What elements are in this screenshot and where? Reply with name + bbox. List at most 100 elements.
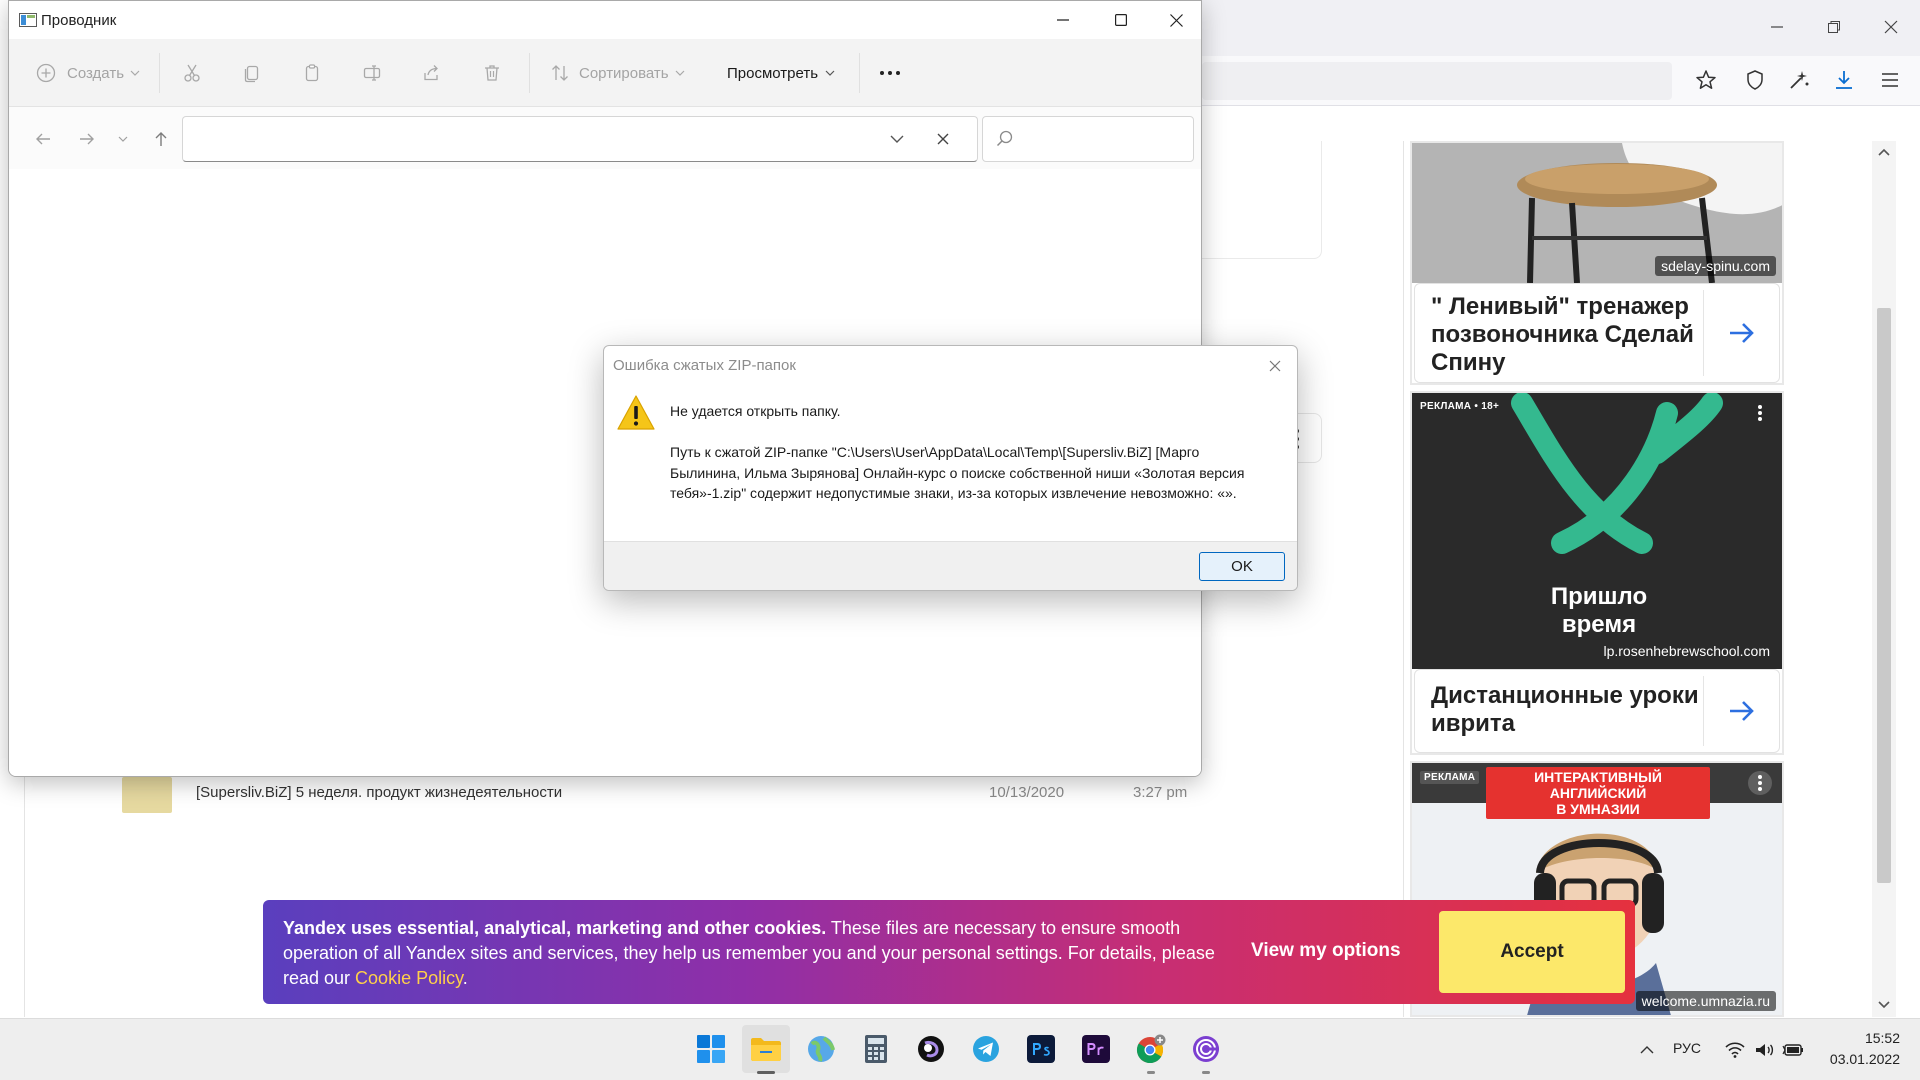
arrow-up-icon [155,132,167,146]
volume-status[interactable] [1751,1038,1777,1062]
scroll-up-button[interactable] [1874,143,1894,161]
explorer-close-button[interactable] [1147,1,1201,39]
chevron-up-icon [1640,1046,1654,1054]
scroll-down-button[interactable] [1874,996,1894,1014]
maximize-icon [1115,14,1127,26]
dialog-detail: Путь к сжатой ZIP-папке "C:\Users\User\A… [670,444,1245,501]
ad-arrow-button-2[interactable] [1703,676,1779,746]
more-options-button[interactable] [875,59,905,87]
file-row-date: 10/13/2020 [989,784,1065,801]
rename-button[interactable] [357,59,387,87]
cookie-policy-link[interactable]: Cookie Policy [355,968,463,988]
downloads-button[interactable] [1828,64,1860,96]
more-horizontal-icon [875,58,905,88]
browser-url-bar[interactable] [1202,62,1672,100]
chevron-down-icon [675,70,685,76]
star-icon [1696,70,1716,89]
zip-error-dialog: Ошибка сжатых ZIP-папок Не удается откры… [603,345,1298,591]
browser-close-button[interactable] [1876,12,1906,42]
sort-label: Сортировать [579,64,669,82]
copy-button[interactable] [237,59,267,87]
bookmark-star-button[interactable] [1690,64,1722,96]
ad-menu-button-2[interactable] [1748,401,1772,425]
ad-title-1[interactable]: " Ленивый" тренажер позвоночника Сделай … [1431,293,1711,377]
shield-button[interactable] [1739,64,1771,96]
arrow-right-icon [80,133,94,145]
input-language-indicator[interactable]: РУС [1673,1040,1701,1056]
accept-button[interactable]: Accept [1439,911,1625,993]
browser-minimize-button[interactable] [1762,12,1792,42]
taskbar-app-viber[interactable] [907,1025,955,1073]
explorer-titlebar[interactable] [9,1,1201,39]
active-indicator [757,1071,775,1074]
search-icon [996,130,1013,147]
chevron-down-icon [825,70,835,76]
clock-time[interactable]: 15:52 [1860,1030,1900,1046]
share-button[interactable] [417,59,447,87]
taskbar-photoshop[interactable] [1017,1025,1065,1073]
ad-caption-line: время [1561,611,1637,638]
address-bar[interactable] [182,116,978,162]
ad-card-2[interactable]: РЕКЛАМА • 18+ Пришло время lp.rosenhebre… [1410,391,1784,755]
scissors-icon [177,58,207,88]
toolbar-separator [529,53,530,93]
paste-button[interactable] [297,59,327,87]
ad-tag-3: РЕКЛАМА [1420,771,1480,784]
ad-title-box-2[interactable]: Дистанционные уроки иврита [1414,669,1780,753]
browser-menu-button[interactable] [1874,64,1906,96]
windows-logo-icon [697,1035,725,1063]
sort-button[interactable]: Сортировать [545,59,685,87]
ad-arrow-button-1[interactable] [1703,290,1779,376]
close-icon [1169,13,1183,27]
scroll-thumb[interactable] [1877,308,1891,883]
battery-status[interactable] [1780,1038,1806,1062]
back-button[interactable] [29,125,57,153]
taskbar-calculator[interactable] [852,1025,900,1073]
download-icon [1836,71,1852,89]
chevron-down-icon [890,135,904,143]
cut-button[interactable] [177,59,207,87]
clock-date[interactable]: 03.01.2022 [1824,1051,1900,1067]
browser-tab-strip [1202,0,1920,56]
taskbar-chrome[interactable] [1127,1025,1175,1073]
taskbar-telegram[interactable] [962,1025,1010,1073]
taskbar-premiere[interactable] [1072,1025,1120,1073]
explorer-maximize-button[interactable] [1092,1,1150,39]
browser-restore-button[interactable] [1819,12,1849,42]
onion-browser-icon [1193,1036,1219,1062]
globe-icon [808,1036,835,1062]
hamburger-icon [1882,73,1898,87]
view-options-button[interactable]: View my options [1251,940,1401,962]
address-clear-button[interactable] [931,127,955,151]
up-button[interactable] [147,125,175,153]
kebab-icon [1758,405,1762,421]
ad-title-box-1[interactable]: " Ленивый" тренажер позвоночника Сделай … [1414,283,1780,383]
delete-button[interactable] [477,59,507,87]
ad-card-1[interactable]: sdelay-spinu.com " Ленивый" тренажер поз… [1410,141,1784,385]
taskbar-app-tor[interactable] [1182,1025,1230,1073]
forward-button[interactable] [73,125,101,153]
create-button[interactable]: Создать [31,59,140,87]
start-button[interactable] [687,1025,735,1073]
explorer-minimize-button[interactable] [1034,1,1092,39]
view-button[interactable]: Просмотреть [727,59,835,87]
ad-menu-button-3[interactable] [1748,771,1772,795]
recent-locations-button[interactable] [113,125,133,153]
taskbar-file-explorer[interactable] [742,1025,790,1073]
taskbar-app-globe[interactable] [797,1025,845,1073]
file-row-name[interactable]: [Supersliv.BiZ] 5 неделя. продукт жизнед… [196,784,562,801]
sparkle-icon [1790,71,1809,89]
explorer-app-icon [19,13,37,27]
dialog-close-button[interactable] [1262,353,1288,379]
copy-icon [237,58,267,88]
tray-overflow-button[interactable] [1635,1038,1659,1062]
file-row-time: 3:27 pm [1133,784,1188,801]
address-history-button[interactable] [885,127,909,151]
ok-button[interactable]: OK [1199,552,1285,581]
ad-title-2[interactable]: Дистанционные уроки иврита [1431,682,1721,738]
dialog-title: Ошибка сжатых ZIP-папок [613,357,796,374]
clipboard-icon [297,58,327,88]
wifi-status[interactable] [1722,1038,1748,1062]
ad-banner-line: ИНТЕРАКТИВНЫЙ АНГЛИЙСКИЙ [1534,769,1662,801]
extensions-button[interactable] [1783,64,1815,96]
